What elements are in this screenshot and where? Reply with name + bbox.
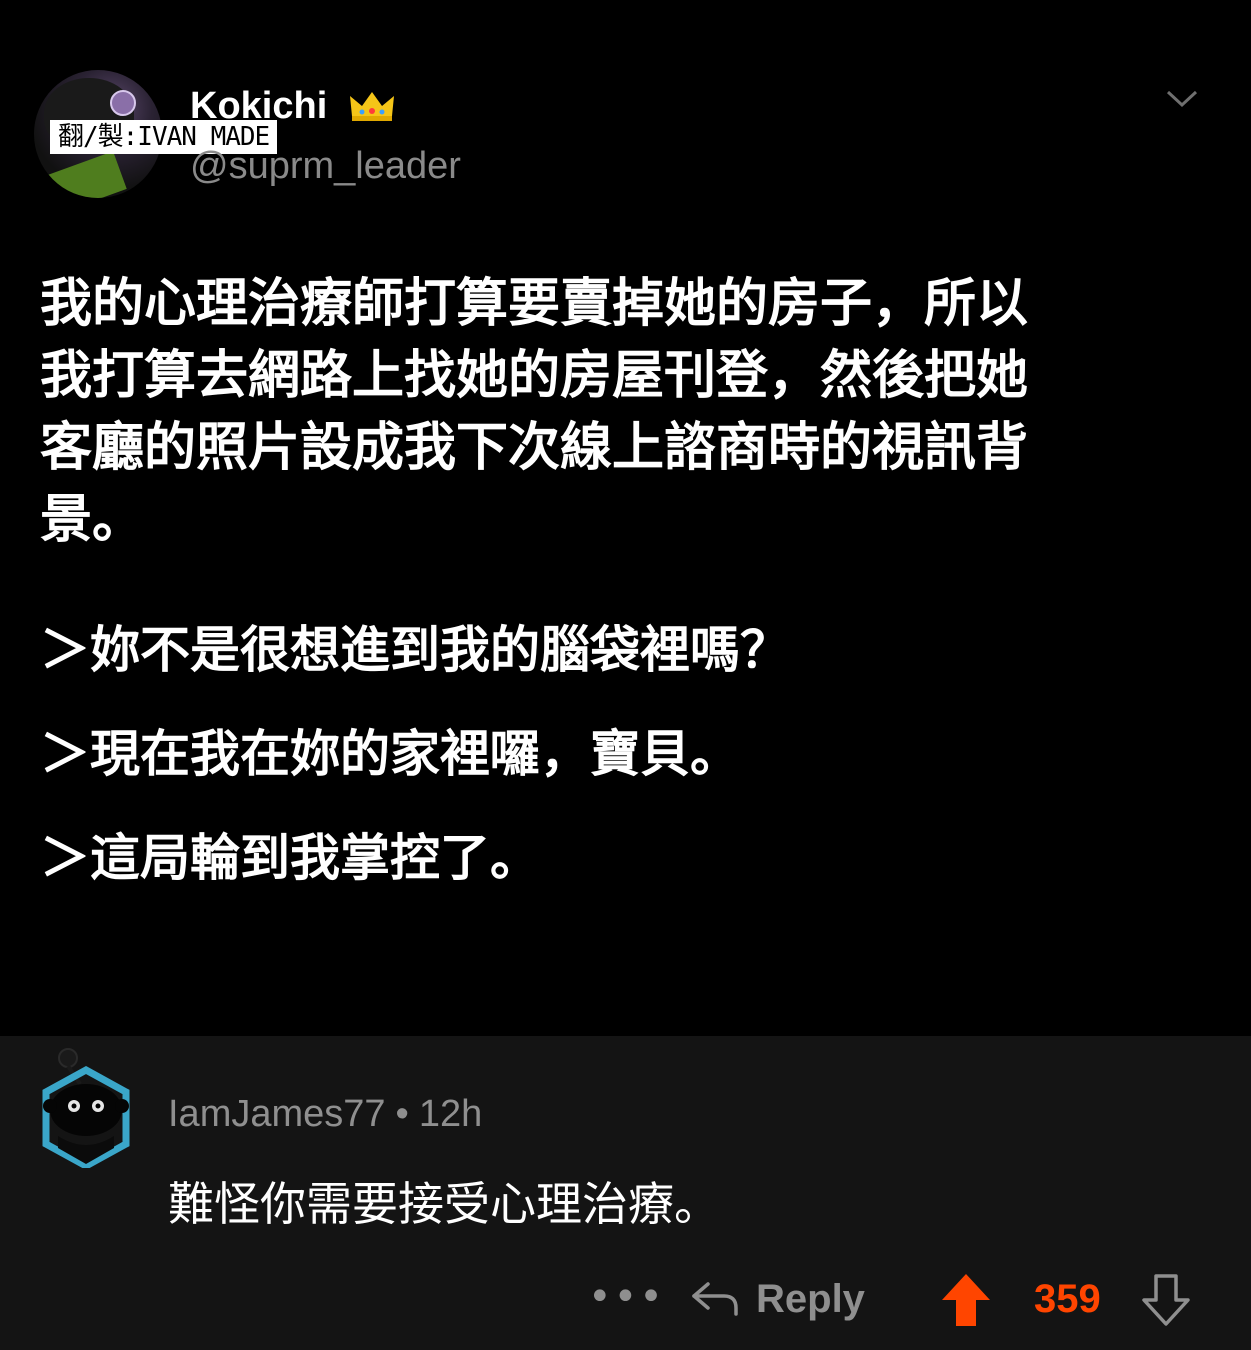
avatar-accent-shape [47, 151, 127, 198]
comment-actions: ••• Reply 359 [580, 1268, 1220, 1338]
more-options-button[interactable]: ••• [588, 1272, 665, 1322]
display-name[interactable]: Kokichi [190, 84, 327, 128]
snoo-avatar-icon[interactable] [36, 1044, 136, 1168]
tweet-quotes: ＞妳不是很想進到我的腦袋裡嗎？ ＞現在我在妳的家裡囉，寶貝。 ＞這局輪到我掌控了… [40, 614, 1220, 926]
tweet-body-line: 我的心理治療師打算要賣掉她的房子，所以 [40, 274, 1029, 334]
comment-username[interactable]: IamJames77 [168, 1093, 386, 1135]
reply-icon[interactable] [690, 1278, 740, 1318]
tweet-body-line: 我打算去網路上找她的房屋刊登，然後把她 [40, 346, 1029, 406]
upvote-arrow-icon[interactable] [940, 1272, 992, 1328]
quote-line: ＞這局輪到我掌控了。 [40, 829, 540, 887]
user-handle[interactable]: @suprm_leader [190, 142, 461, 190]
downvote-arrow-icon[interactable] [1140, 1272, 1192, 1328]
avatar-eye-shape [110, 90, 136, 116]
crown-icon [350, 92, 394, 121]
comment-meta: IamJames77 • 12h [168, 1090, 482, 1138]
tweet-card: 翻/製:IVAN MADE Kokichi @suprm_leader 我的心理… [0, 0, 1251, 1036]
meta-separator: • [395, 1093, 409, 1135]
comment-text: 難怪你需要接受心理治療。 [168, 1177, 720, 1231]
reply-button[interactable]: Reply [756, 1274, 865, 1324]
tweet-body-line: 景。 [40, 490, 145, 550]
comment-timestamp: 12h [418, 1093, 483, 1135]
vote-score: 359 [1034, 1277, 1101, 1321]
quote-line: ＞妳不是很想進到我的腦袋裡嗎？ [40, 621, 790, 679]
tweet-body-line: 客廳的照片設成我下次線上諮商時的視訊背 [40, 418, 1029, 478]
tweet-body: 我的心理治療師打算要賣掉她的房子，所以 我打算去網路上找她的房屋刊登，然後把她 … [40, 268, 1220, 556]
quote-line: ＞現在我在妳的家裡囉，寶貝。 [40, 725, 740, 783]
chevron-down-icon[interactable] [1164, 86, 1200, 110]
